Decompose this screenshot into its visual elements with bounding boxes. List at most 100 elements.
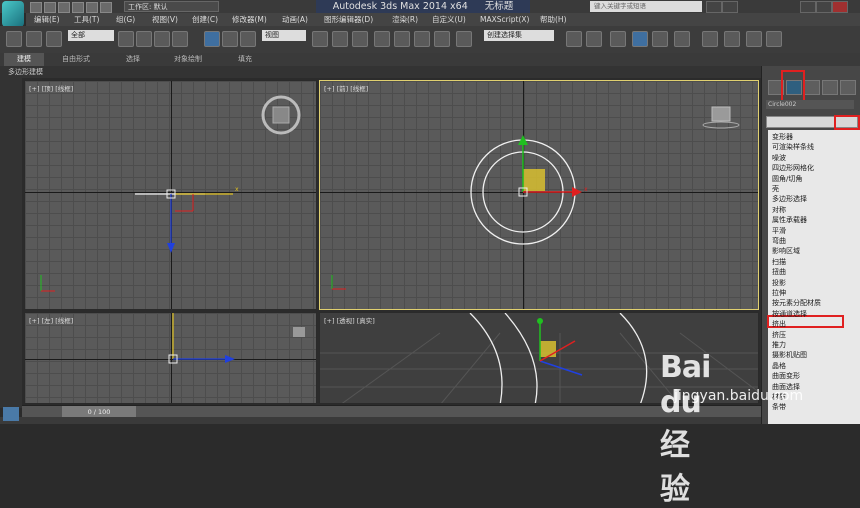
modifier-item[interactable]: 挤压 (772, 331, 786, 340)
modifier-item[interactable]: 变形器 (772, 133, 793, 142)
undo-icon[interactable] (72, 2, 84, 13)
snaps-toggle-icon[interactable] (374, 31, 390, 47)
polygon-modeling-label[interactable]: 多边形建模 (8, 66, 43, 78)
modifier-item[interactable]: 圆角/切角 (772, 175, 802, 184)
menu-group[interactable]: 组(G) (116, 13, 135, 26)
viewport-front[interactable]: [+] [前] [线框] x (319, 80, 759, 310)
menu-rendering[interactable]: 渲染(R) (392, 13, 418, 26)
material-editor-icon[interactable] (702, 31, 718, 47)
window-title: Autodesk 3ds Max 2014 x64 无标题 (316, 0, 530, 13)
menu-maxscript[interactable]: MAXScript(X) (480, 13, 529, 26)
modifier-item[interactable]: 弯曲 (772, 237, 786, 246)
select-object-icon[interactable] (118, 31, 134, 47)
bind-space-warp-icon[interactable] (46, 31, 62, 47)
modifier-item[interactable]: 摄影机贴图 (772, 351, 807, 360)
layer-manager-icon[interactable] (610, 31, 626, 47)
menu-tools[interactable]: 工具(T) (74, 13, 99, 26)
keyboard-shortcut-override-icon[interactable] (352, 31, 368, 47)
window-crossing-icon[interactable] (172, 31, 188, 47)
pivot-center-icon[interactable] (312, 31, 328, 47)
modifier-item[interactable]: 曲面变形 (772, 372, 800, 381)
select-manipulate-icon[interactable] (332, 31, 348, 47)
modifier-item[interactable]: 扫描 (772, 258, 786, 267)
modifier-item[interactable]: 平滑 (772, 227, 786, 236)
menu-help[interactable]: 帮助(H) (540, 13, 567, 26)
spinner-snap-icon[interactable] (434, 31, 450, 47)
modifier-item[interactable]: 扭曲 (772, 268, 786, 277)
modifier-item[interactable]: 按通道选择 (772, 310, 807, 319)
mirror-icon[interactable] (566, 31, 582, 47)
new-file-icon[interactable] (30, 2, 42, 13)
render-production-icon[interactable] (766, 31, 782, 47)
edit-named-selection-icon[interactable] (456, 31, 472, 47)
menu-edit[interactable]: 编辑(E) (34, 13, 60, 26)
unlink-icon[interactable] (26, 31, 42, 47)
ribbon-tab-populate[interactable]: 填充 (238, 53, 252, 66)
3dsmax-logo-icon[interactable] (2, 1, 24, 27)
ribbon-tab-selection[interactable]: 选择 (126, 53, 140, 66)
selection-filter-dropdown[interactable]: 全部 (68, 30, 114, 41)
percent-snap-icon[interactable] (414, 31, 430, 47)
modifier-item[interactable]: 可渲染样条线 (772, 143, 814, 152)
ribbon-tab-modeling[interactable]: 建模 (4, 53, 44, 66)
close-button[interactable] (832, 1, 848, 13)
modifier-item[interactable]: 四边形网格化 (772, 164, 814, 173)
modifier-item[interactable]: 拉伸 (772, 289, 786, 298)
modifier-item[interactable]: 按元素分配材质 (772, 299, 821, 308)
scale-tool-icon[interactable] (240, 31, 256, 47)
modifier-item[interactable]: 影响区域 (772, 247, 800, 256)
schematic-view-icon[interactable] (674, 31, 690, 47)
help-icon[interactable] (722, 1, 738, 13)
maximize-button[interactable] (816, 1, 832, 13)
modifier-item[interactable]: 噪波 (772, 154, 786, 163)
menu-graph-editors[interactable]: 图形编辑器(D) (324, 13, 373, 26)
document-title: 无标题 (484, 1, 514, 12)
menu-animation[interactable]: 动画(A) (282, 13, 308, 26)
angle-snap-icon[interactable] (394, 31, 410, 47)
curve-editor-icon[interactable] (652, 31, 668, 47)
rectangular-selection-icon[interactable] (154, 31, 170, 47)
menu-create[interactable]: 创建(C) (192, 13, 218, 26)
menu-modifiers[interactable]: 修改器(M) (232, 13, 267, 26)
modifier-item[interactable]: 挤出 (772, 320, 786, 329)
save-file-icon[interactable] (58, 2, 70, 13)
ribbon-tab-object-paint[interactable]: 对象绘制 (174, 53, 202, 66)
viewport-left[interactable]: [+] [左] [线框] (24, 312, 317, 404)
select-link-icon[interactable] (6, 31, 22, 47)
modifier-item[interactable]: 多边形选择 (772, 195, 807, 204)
rendered-frame-icon[interactable] (746, 31, 762, 47)
modifier-item[interactable]: 投影 (772, 279, 786, 288)
display-tab-icon[interactable] (840, 80, 856, 95)
rotate-tool-icon[interactable] (222, 31, 238, 47)
modifier-item[interactable]: 壳 (772, 185, 779, 194)
watermark-url: jingyan.baidu.com (674, 388, 804, 404)
menu-views[interactable]: 视图(V) (152, 13, 178, 26)
mini-listener-icon[interactable] (3, 407, 19, 421)
redo-icon[interactable] (86, 2, 98, 13)
reference-coordinate-dropdown[interactable]: 视图 (262, 30, 306, 41)
modifier-item[interactable]: 对称 (772, 206, 786, 215)
modifier-item[interactable]: 条带 (772, 403, 786, 412)
track-bar[interactable] (0, 417, 761, 424)
modifier-item[interactable]: 推力 (772, 341, 786, 350)
move-tool-icon[interactable] (204, 31, 220, 47)
graphite-ribbon-icon[interactable] (632, 31, 648, 47)
align-icon[interactable] (586, 31, 602, 47)
viewport-top[interactable]: [+] [顶] [线框] x (24, 80, 317, 310)
named-selection-dropdown[interactable]: 创建选择集 (484, 30, 554, 41)
hierarchy-tab-icon[interactable] (804, 80, 820, 95)
ribbon-tab-freeform[interactable]: 自由形式 (62, 53, 90, 66)
motion-tab-icon[interactable] (822, 80, 838, 95)
render-setup-icon[interactable] (724, 31, 740, 47)
workspace-dropdown[interactable]: 工作区: 默认 (124, 1, 219, 12)
object-name-field[interactable]: Circle002 (766, 100, 854, 109)
modifier-item[interactable]: 属性承载器 (772, 216, 807, 225)
menu-customize[interactable]: 自定义(U) (432, 13, 466, 26)
modifier-item[interactable]: 晶格 (772, 362, 786, 371)
project-folder-icon[interactable] (100, 2, 112, 13)
search-icon[interactable] (706, 1, 722, 13)
select-by-name-icon[interactable] (136, 31, 152, 47)
minimize-button[interactable] (800, 1, 816, 13)
open-file-icon[interactable] (44, 2, 56, 13)
search-input[interactable]: 键入关键字或短语 (590, 1, 702, 12)
